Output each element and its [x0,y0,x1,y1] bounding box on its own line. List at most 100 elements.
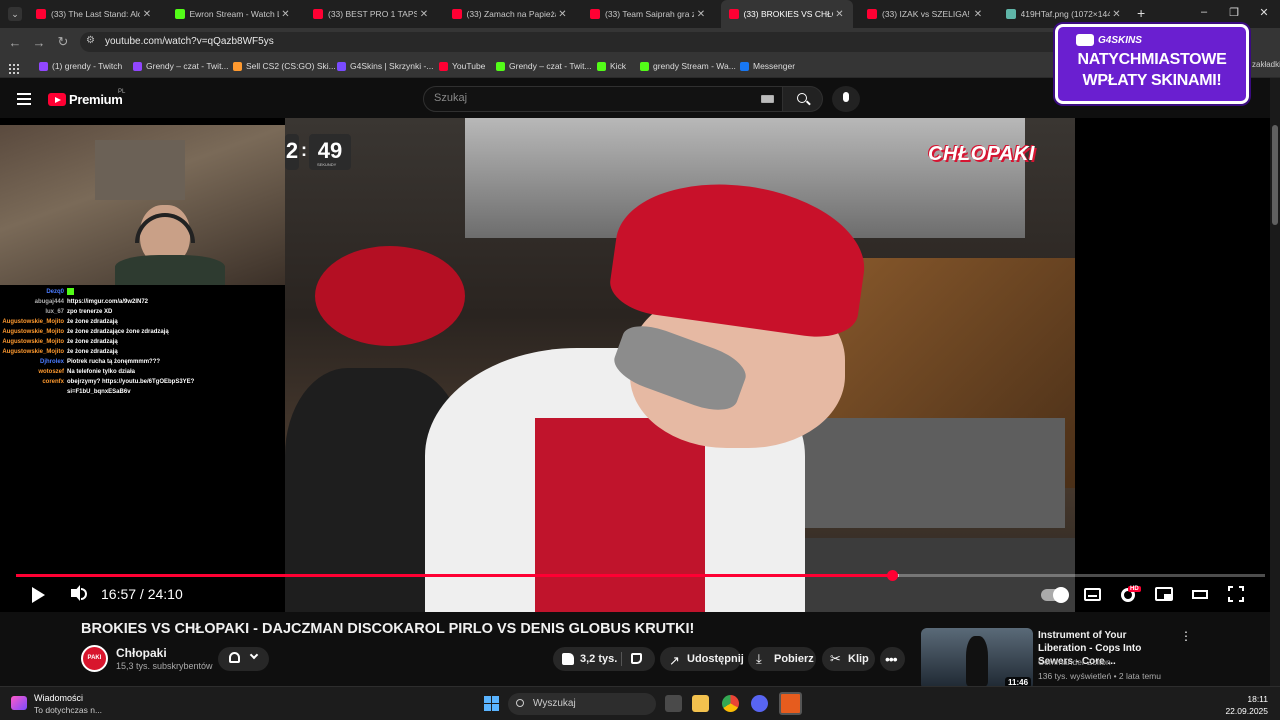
channel-name[interactable]: Chłopaki [116,646,167,660]
bookmark-item[interactable]: Kick [597,61,626,71]
youtube-logo-icon[interactable] [48,93,66,106]
more-vertical-icon[interactable]: ⋮ [1180,629,1192,643]
bookmark-item[interactable]: YouTube [439,61,485,71]
clock-date[interactable]: 22.09.2025 [1218,706,1268,716]
volume-icon[interactable] [71,585,80,601]
menu-icon[interactable] [17,93,31,105]
clock-time[interactable]: 18:11 [1230,694,1268,704]
bookmark-item[interactable]: grendy Stream - Wa... [640,61,736,71]
file-explorer-icon[interactable] [692,695,709,712]
play-icon[interactable] [32,587,45,603]
autoplay-toggle[interactable] [1041,587,1069,603]
chat-nick: Augustowskie_Mojito [2,319,64,325]
bookmark-label: Sell CS2 (CS:GO) Ski... [246,61,336,71]
tab-search-button[interactable]: ⌄ [8,7,22,21]
subscription-bell-button[interactable] [218,647,269,671]
restore-button[interactable]: ❐ [1226,6,1242,19]
video-title: BROKIES VS CHŁOPAKI - DAJCZMAN DISCOKARO… [81,621,695,637]
browser-tab[interactable]: (33) BEST PRO 1 TAPS OF✕ [305,0,437,28]
forward-button[interactable]: → [31,35,47,50]
subscriber-count: 15,3 tys. subskrybentów [116,661,213,671]
keyboard-icon[interactable] [761,95,774,103]
bookmark-favicon-icon [39,61,48,71]
discord-icon[interactable] [751,695,768,712]
download-icon: ⤓ [756,651,762,666]
theater-mode-icon[interactable] [1192,590,1208,599]
task-view-icon[interactable] [665,695,682,712]
site-info-icon[interactable]: ⚙ [86,35,95,46]
scissors-icon: ✂ [830,651,841,666]
back-button[interactable]: ← [7,35,23,50]
video-player[interactable]: 2 : 49 SEKUNDY CHŁOPAKI Dezq0 abugaj444 ht… [0,118,1280,612]
bookmark-item[interactable]: Grendy – czat - Twit... [133,61,229,71]
widget-title[interactable]: Wiadomości [34,693,83,703]
chat-nick: Augustowskie_Mojito [2,349,64,355]
browser-tab[interactable]: (33) Zamach na Papieża - ✕ [444,0,576,28]
close-tab-icon[interactable]: ✕ [417,9,431,20]
bookmark-label: Messenger [753,61,796,71]
chat-message: Augustowskie_Mojito że żone zdradzają [0,337,200,347]
taskbar-search[interactable] [508,693,656,715]
bookmark-label: Grendy – czat - Twit... [509,61,592,71]
bookmark-favicon-icon [439,61,448,71]
bookmark-item[interactable]: (1) grendy - Twitch [39,61,122,71]
messages-widget-icon[interactable] [11,696,27,710]
search-input[interactable] [434,92,744,104]
recommended-channel[interactable]: Commander Zolton [1038,657,1111,667]
chat-text: https://imgur.com/a/9w2lN72 [67,299,149,305]
close-tab-icon[interactable]: ✕ [556,9,570,20]
image-icon [1005,9,1016,19]
chat-nick: lux_67 [45,309,64,315]
tab-title: (33) BEST PRO 1 TAPS OF [328,9,417,19]
app-icon[interactable] [779,692,802,715]
new-tab-button[interactable]: + [1137,5,1145,21]
tab-title: (33) The Last Stand: Alone [51,9,140,19]
browser-tab[interactable]: (33) IZAK vs SZELIGA! - Yo✕ [859,0,991,28]
close-tab-icon[interactable]: ✕ [971,9,985,20]
search-icon [797,93,807,103]
close-tab-icon[interactable]: ✕ [1110,9,1124,20]
close-tab-icon[interactable]: ✕ [694,9,708,20]
minimize-button[interactable]: – [1196,6,1212,18]
fullscreen-icon[interactable] [1228,586,1244,602]
chat-message: wotoszef Na telefonie tylko działa [0,367,200,377]
browser-tab[interactable]: (33) The Last Stand: Alone✕ [28,0,160,28]
browser-tab[interactable]: (33) Team Saiprah gra ze ✕ [582,0,714,28]
share-icon: ↗ [669,653,680,668]
chat-text: że żone zdradzają [67,349,118,355]
bookmark-item[interactable]: Grendy – czat - Twit... [496,61,592,71]
g4skins-logo-icon [1076,34,1094,46]
bookmark-item[interactable]: Sell CS2 (CS:GO) Ski... [233,61,336,71]
bookmark-item[interactable]: Messenger [740,61,795,71]
close-tab-icon[interactable]: ✕ [833,9,847,20]
g4skins-ad-banner[interactable]: G4SKINS NATYCHMIASTOWE WPŁATY SKINAMI! [1055,24,1249,104]
bookmark-item[interactable]: G4Skins | Skrzynki -... [337,61,433,71]
chat-message: abugaj444 https://imgur.com/a/9w2lN72 [0,297,200,307]
url-text[interactable]: youtube.com/watch?v=qQazb8WF5ys [105,36,274,47]
thumbs-up-icon [562,653,574,665]
windows-start-icon[interactable] [484,696,499,711]
chat-text: że żone zdradzające żone zdradzają [67,329,169,335]
youtube-premium-label[interactable]: Premium [69,92,123,107]
browser-tab[interactable]: (33) BROKIES VS CHŁOPAKI✕ [720,0,853,28]
close-tab-icon[interactable]: ✕ [140,9,154,20]
bookmark-favicon-icon [337,61,346,71]
bookmark-label: (1) grendy - Twitch [52,61,123,71]
channel-avatar[interactable]: PAKI [81,645,108,672]
tab-title: (33) BROKIES VS CHŁOPAKI [743,9,833,19]
close-window-button[interactable]: ✕ [1256,6,1272,19]
scrollbar-thumb[interactable] [1272,125,1278,225]
share-label: Udostępnij [687,653,744,665]
bookmarks-overflow[interactable]: zakładki [1252,60,1280,69]
subtitles-icon[interactable] [1084,588,1101,601]
youtube-icon [728,9,739,19]
miniplayer-icon[interactable] [1155,587,1173,601]
browser-tab[interactable]: Ewron Stream - Watch Live✕ [167,0,299,28]
streamer-webcam [0,125,285,285]
hd-badge: HD [1128,586,1141,592]
chrome-icon[interactable] [722,695,739,712]
close-tab-icon[interactable]: ✕ [279,9,293,20]
reload-button[interactable]: ↻ [55,34,71,50]
apps-grid-icon[interactable] [9,61,19,74]
chat-nick: Augustowskie_Mojito [2,329,64,335]
